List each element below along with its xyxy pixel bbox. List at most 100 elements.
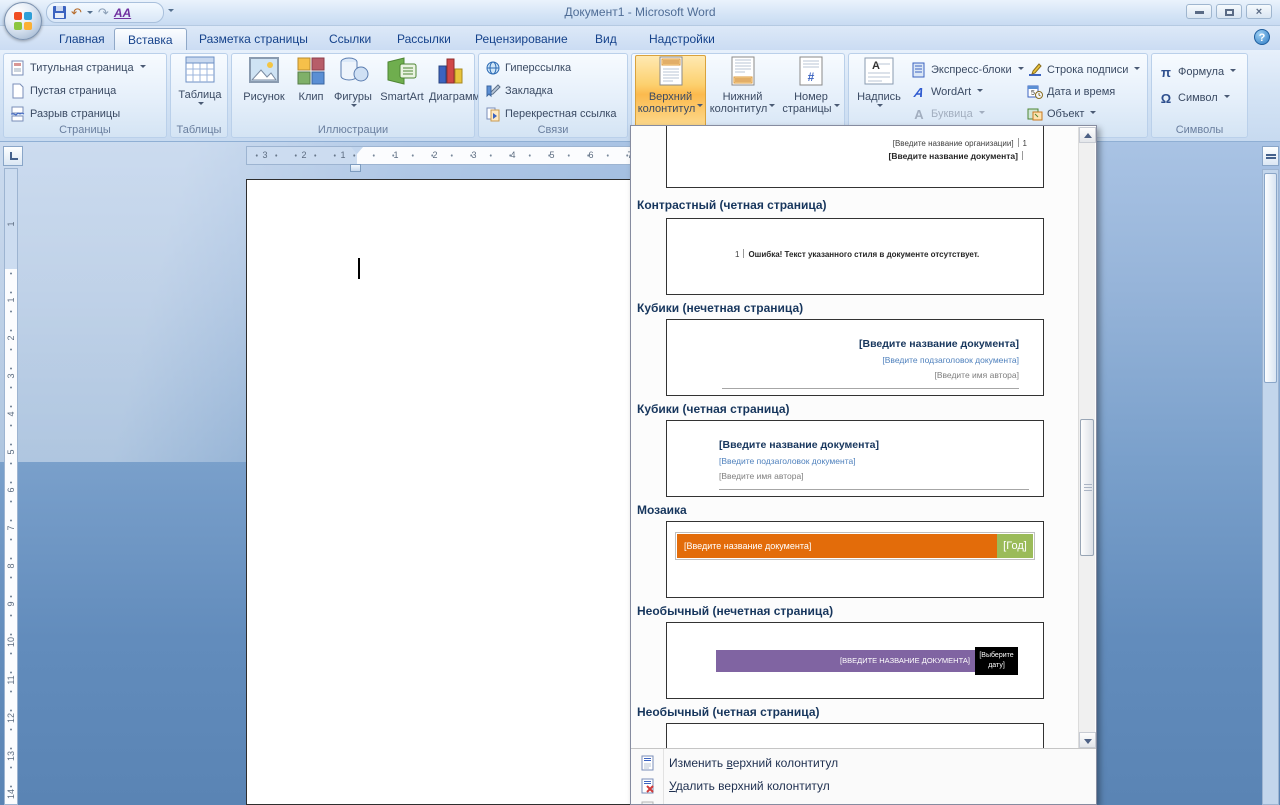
footer-button[interactable]: Нижний колонтитул <box>708 56 777 124</box>
redo-button[interactable]: ↷ <box>98 5 109 20</box>
group-label-illustrations: Иллюстрации <box>317 124 389 136</box>
gallery-item[interactable]: [Введите название документа] [Введите по… <box>666 420 1044 497</box>
tab-view[interactable]: Вид <box>582 28 630 50</box>
text-cursor <box>358 258 360 279</box>
title-bar: Документ1 - Microsoft Word × <box>0 0 1280 26</box>
picture-button[interactable]: Рисунок <box>238 56 290 124</box>
drop-cap-button[interactable]: A Буквица <box>911 104 985 124</box>
chevron-down-icon <box>1090 111 1097 117</box>
chevron-down-icon <box>1017 67 1024 73</box>
gallery-item-label: Мозаика <box>637 503 687 517</box>
table-icon <box>185 56 215 83</box>
left-indent-marker[interactable] <box>350 164 361 172</box>
tab-home[interactable]: Главная <box>46 28 118 50</box>
remove-header-menu-item[interactable]: Удалить верхний колонтитул <box>631 774 1096 797</box>
title-banner: [ВВЕДИТЕ НАЗВАНИЕ ДОКУМЕНТА] <box>716 650 975 672</box>
gallery-item-label: Кубики (нечетная страница) <box>637 301 804 315</box>
edit-header-menu-item[interactable]: Изменить верхний колонтитул <box>631 751 1096 774</box>
gallery-item-label: Контрастный (четная страница) <box>637 198 827 212</box>
chart-button[interactable]: Диаграмма <box>429 56 486 124</box>
bookmark-button[interactable]: Закладка <box>485 81 553 101</box>
scrollbar-thumb[interactable] <box>1080 419 1094 556</box>
hyperlink-button[interactable]: Гиперссылка <box>485 58 571 78</box>
font-tool-button[interactable]: АА <box>114 6 131 20</box>
symbol-button[interactable]: Ω Символ <box>1158 88 1230 108</box>
signature-line-button[interactable]: Строка подписи <box>1027 60 1141 80</box>
scroll-up-button[interactable] <box>1079 127 1096 143</box>
tab-review[interactable]: Рецензирование <box>462 28 581 50</box>
restore-icon <box>1225 9 1234 16</box>
minimize-button[interactable] <box>1186 4 1212 19</box>
object-button[interactable]: Объект <box>1027 104 1097 124</box>
chevron-down-icon <box>1230 69 1237 75</box>
ruler-toggle-button[interactable] <box>1262 146 1279 166</box>
page-number-button[interactable]: # Номер страницы <box>779 56 843 124</box>
clipart-button[interactable]: Клип <box>292 56 330 124</box>
group-label-tables: Таблицы <box>176 124 222 136</box>
chevron-down-icon <box>697 104 704 110</box>
mosaic-year-banner: [Год] <box>997 534 1033 558</box>
quick-parts-button[interactable]: Экспресс-блоки <box>911 60 1024 80</box>
group-tables: Таблица Таблицы <box>170 53 228 138</box>
close-icon: × <box>1255 6 1263 18</box>
cover-page-button[interactable]: Титульная страница <box>10 58 146 78</box>
vertical-ruler[interactable]: 1 1 2 3 4 5 6 7 8 9 10 11 12 13 14 <box>4 168 18 805</box>
tab-insert[interactable]: Вставка <box>114 28 187 50</box>
tab-page-layout[interactable]: Разметка страницы <box>186 28 321 50</box>
gallery-item[interactable]: [Введите название документа] [Введите по… <box>666 319 1044 396</box>
gallery-item[interactable]: [ВВЕДИТЕ НАЗВАНИЕ ДОКУМЕНТА] [Выберите д… <box>666 622 1044 699</box>
svg-text:#: # <box>808 70 815 84</box>
arrow-down-icon <box>1084 739 1092 744</box>
smartart-icon <box>387 57 417 85</box>
horizontal-ruler[interactable]: 3 2 1 1 2 3 4 5 6 7 <box>246 146 637 165</box>
header-icon <box>659 56 682 86</box>
save-button[interactable] <box>53 6 66 19</box>
object-icon <box>1027 108 1043 121</box>
scroll-down-button[interactable] <box>1079 732 1096 748</box>
customize-qat-button[interactable] <box>168 9 174 15</box>
group-links: Гиперссылка Закладка Перекрестная ссылка… <box>478 53 628 138</box>
page-break-button[interactable]: Разрыв страницы <box>10 104 120 124</box>
chevron-down-icon <box>139 65 146 71</box>
undo-dropdown-icon[interactable] <box>86 11 93 17</box>
gallery-item[interactable]: [Введите название организации] 1 [Введите… <box>666 126 1044 188</box>
page-break-icon <box>11 106 25 122</box>
bookmark-icon <box>486 84 501 98</box>
smartart-button[interactable]: SmartArt <box>376 56 428 124</box>
arrow-up-icon <box>1084 133 1092 138</box>
textbox-button[interactable]: A Надпись <box>853 56 905 124</box>
shapes-button[interactable]: Фигуры <box>331 56 375 124</box>
close-button[interactable]: × <box>1246 4 1272 19</box>
hyperlink-icon <box>486 61 500 75</box>
tab-addins[interactable]: Надстройки <box>636 28 728 50</box>
footer-icon <box>731 56 754 86</box>
gallery-scrollbar[interactable] <box>1078 127 1096 748</box>
tab-mailings[interactable]: Рассылки <box>384 28 464 50</box>
tab-selector-button[interactable] <box>3 146 23 166</box>
edit-header-icon <box>641 755 654 771</box>
undo-button[interactable]: ↶ <box>71 5 82 20</box>
restore-button[interactable] <box>1216 4 1242 19</box>
first-line-indent-marker[interactable] <box>351 147 363 160</box>
gallery-item[interactable]: [Введите название документа] [Год] <box>666 521 1044 598</box>
wordart-button[interactable]: A WordArt <box>911 82 984 102</box>
table-button[interactable]: Таблица <box>175 56 225 124</box>
help-button[interactable]: ? <box>1254 29 1270 45</box>
scrollbar-thumb[interactable] <box>1264 173 1277 383</box>
cross-reference-button[interactable]: Перекрестная ссылка <box>485 104 617 124</box>
chevron-down-icon <box>1134 67 1141 73</box>
picture-icon <box>249 57 279 83</box>
header-button[interactable]: Верхний колонтитул <box>635 55 706 127</box>
document-scrollbar[interactable] <box>1262 169 1279 805</box>
equation-button[interactable]: π Формула <box>1158 62 1237 82</box>
date-banner: [Выберите дату] <box>975 647 1018 675</box>
blank-page-button[interactable]: Пустая страница <box>10 81 116 101</box>
chevron-down-icon <box>877 104 883 110</box>
gallery-item[interactable]: 1 Ошибка! Текст указанного стиля в докуме… <box>666 218 1044 295</box>
cover-page-icon <box>11 60 24 76</box>
date-time-button[interactable]: 5 Дата и время <box>1027 82 1115 102</box>
wordart-icon: A <box>912 84 926 100</box>
tab-references[interactable]: Ссылки <box>316 28 384 50</box>
office-button[interactable] <box>4 2 42 40</box>
save-selection-menu-item[interactable]: Сохранить выделенный фрагмент в коллекци… <box>631 797 1096 804</box>
